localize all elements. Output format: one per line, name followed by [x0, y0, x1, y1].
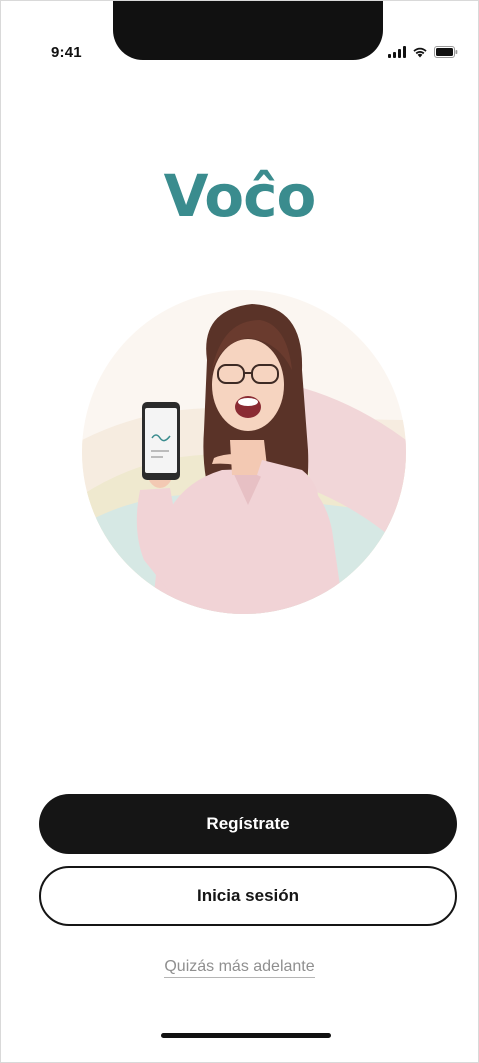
- device-notch: [113, 0, 383, 60]
- login-button[interactable]: Inicia sesión: [39, 866, 457, 926]
- wifi-icon: [412, 46, 428, 58]
- home-indicator[interactable]: [161, 1033, 331, 1038]
- status-icons: [388, 44, 458, 58]
- welcome-screen: 9:41 Voĉo Regístrate Inicia sesión Quizá…: [0, 0, 479, 1063]
- voco-logo: Voĉo: [163, 162, 317, 230]
- maybe-later-link[interactable]: Quizás más adelante: [164, 958, 315, 978]
- maybe-later-link-row: Quizás más adelante: [0, 958, 479, 978]
- signal-icon: [388, 46, 406, 58]
- register-button[interactable]: Regístrate: [39, 794, 457, 854]
- status-time: 9:41: [51, 44, 82, 61]
- hero-illustration: [82, 290, 406, 614]
- battery-icon: [434, 46, 458, 58]
